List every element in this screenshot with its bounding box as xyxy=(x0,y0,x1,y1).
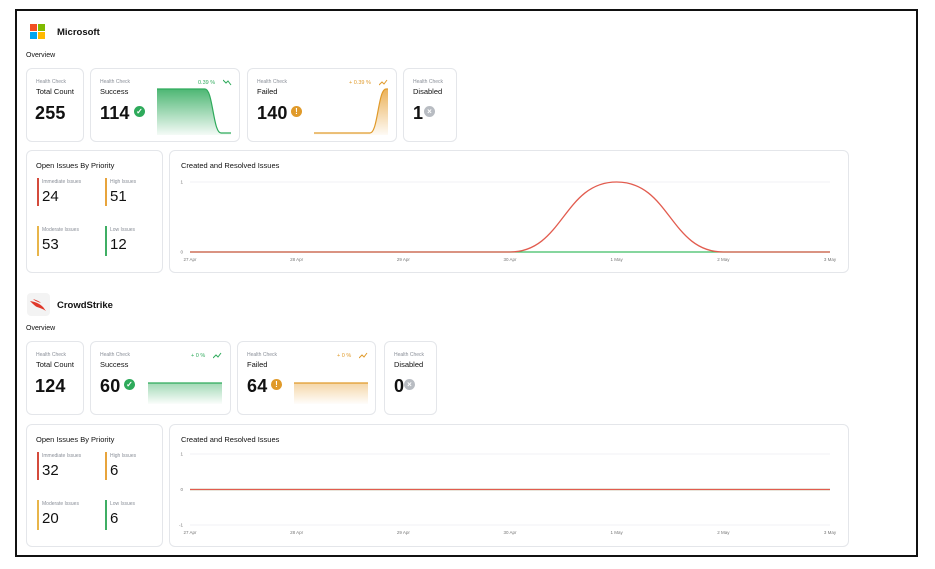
low-count: 12 xyxy=(110,236,127,253)
created-resolved-chart-card[interactable]: Created and Resolved Issues 1 0 27 Apr 28 A… xyxy=(169,150,849,273)
overview-heading: Overview xyxy=(26,52,56,59)
moderate-bar xyxy=(37,226,39,256)
high-bar xyxy=(105,178,107,206)
card-caption: Health Check xyxy=(36,79,67,85)
card-caption: Health Check xyxy=(100,79,131,85)
success-card[interactable]: Health Check Success 0.39 % 114 ✓ xyxy=(90,68,240,142)
failed-change: + 0.39 % xyxy=(349,80,371,86)
warning-icon: ! xyxy=(291,106,302,117)
y-tick-label: 0 xyxy=(180,250,183,255)
disabled-value: 1 xyxy=(413,103,424,123)
microsoft-logo xyxy=(30,24,45,39)
failed-card[interactable]: Health Check Failed + 0.39 % 140 ! xyxy=(247,68,397,142)
high-label: High Issues xyxy=(110,179,137,185)
total-count-card[interactable]: Health Check Total Count 255 xyxy=(26,68,84,142)
x-tick-label: 30 Apr xyxy=(503,257,517,262)
issues-title: Open Issues By Priority xyxy=(36,161,115,170)
disabled-x-icon: × xyxy=(424,106,435,117)
series-line xyxy=(189,181,830,253)
low-bar xyxy=(105,226,107,256)
card-caption: Health Check xyxy=(257,79,288,85)
success-value: 114 xyxy=(100,103,130,123)
trend-down-icon xyxy=(223,79,232,86)
x-tick-label: 27 Apr xyxy=(183,257,197,262)
total-count-value: 255 xyxy=(35,103,66,123)
created-resolved-chart: 1 027 Apr 28 Apr 29 Apr 30 Apr 1 May 2 May 3 Ma… xyxy=(180,180,837,263)
x-tick-label: 2 May xyxy=(717,257,730,262)
x-tick-label: 28 Apr xyxy=(290,257,304,262)
disabled-card[interactable]: Health Check Disabled 1 × xyxy=(403,68,457,142)
x-tick-label: 1 May xyxy=(611,257,624,262)
card-title: Disabled xyxy=(413,87,443,96)
immediate-count: 24 xyxy=(42,188,59,205)
card-title: Failed xyxy=(257,87,278,96)
card-caption: Health Check xyxy=(413,79,444,85)
success-check-icon: ✓ xyxy=(134,106,145,117)
provider-section-microsoft: Microsoft Overview Health Check Total Co… xyxy=(0,0,935,285)
y-tick-label: 1 xyxy=(180,180,183,185)
failed-value: 140 xyxy=(257,103,288,123)
trend-up-icon xyxy=(379,79,388,86)
x-tick-label: 29 Apr xyxy=(397,257,411,262)
immediate-bar xyxy=(37,178,39,206)
immediate-label: Immediate Issues xyxy=(42,179,82,185)
open-issues-card[interactable]: Open Issues By Priority Immediate Issues… xyxy=(26,150,163,273)
x-tick-label: 3 May xyxy=(824,257,837,262)
low-label: Low Issues xyxy=(110,227,136,233)
moderate-count: 53 xyxy=(42,236,59,253)
success-change: 0.39 % xyxy=(198,80,216,86)
high-count: 51 xyxy=(110,188,127,205)
success-sparkline xyxy=(157,88,231,135)
card-title: Success xyxy=(100,87,129,96)
moderate-label: Moderate Issues xyxy=(42,227,79,233)
failed-sparkline xyxy=(314,88,388,135)
card-title: Total Count xyxy=(36,87,74,96)
provider-name: Microsoft xyxy=(57,27,100,38)
